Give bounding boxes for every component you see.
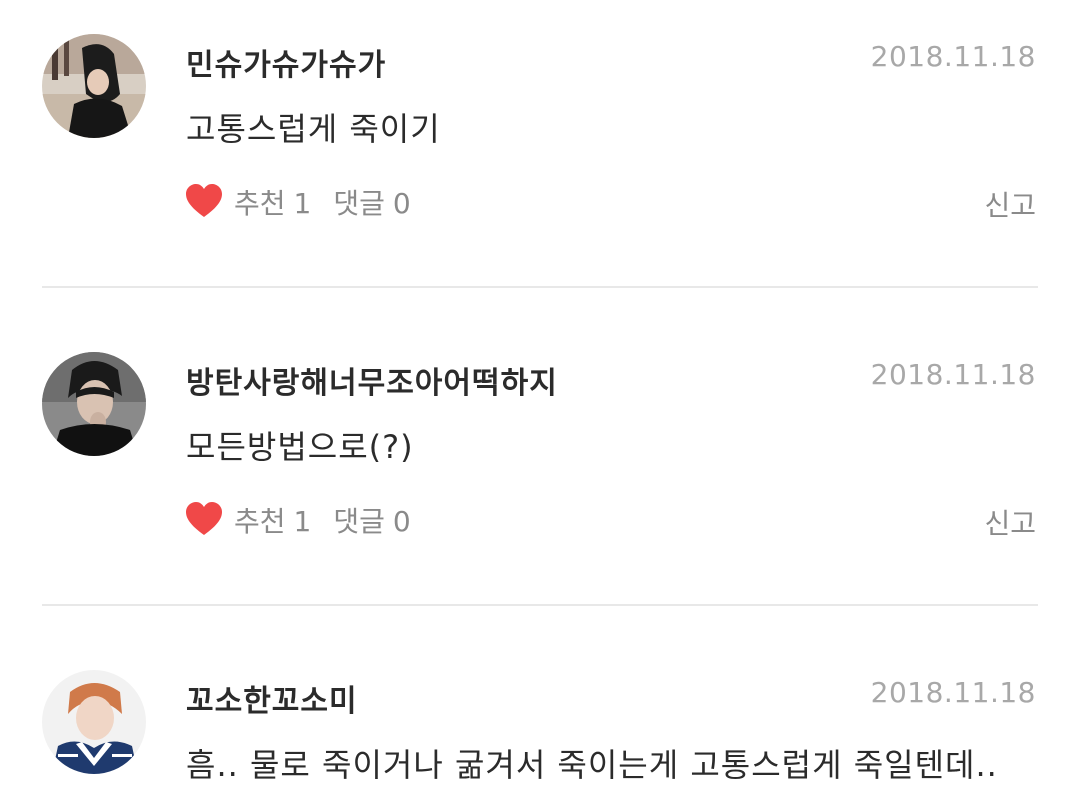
reply-button[interactable]: 댓글 0 xyxy=(333,182,410,222)
comment-text: 모든방법으로(?) xyxy=(186,428,414,466)
reply-button[interactable]: 댓글 0 xyxy=(333,500,410,540)
avatar[interactable] xyxy=(42,352,146,456)
comment-actions: 추천 1 댓글 0 xyxy=(184,182,411,222)
reply-label: 댓글 xyxy=(333,187,385,220)
comment-actions: 추천 1 댓글 0 xyxy=(184,500,411,540)
avatar-photo-icon xyxy=(42,670,146,774)
reply-label: 댓글 xyxy=(333,505,385,538)
comment-date: 2018.11.18 xyxy=(870,40,1036,73)
like-count: 1 xyxy=(293,187,312,220)
reply-count: 0 xyxy=(392,187,411,220)
like-button[interactable]: 추천 1 xyxy=(234,182,311,222)
avatar-photo-icon xyxy=(42,34,146,138)
report-button[interactable]: 신고 xyxy=(984,184,1036,224)
like-count: 1 xyxy=(293,505,312,538)
avatar[interactable] xyxy=(42,34,146,138)
like-label: 추천 xyxy=(234,505,286,538)
divider xyxy=(42,604,1038,606)
comment-username[interactable]: 꼬소한꼬소미 xyxy=(186,676,358,720)
comment-username[interactable]: 민슈가슈가슈가 xyxy=(186,40,386,84)
like-button[interactable]: 추천 1 xyxy=(234,500,311,540)
avatar[interactable] xyxy=(42,670,146,774)
comment-list: 민슈가슈가슈가 2018.11.18 고통스럽게 죽이기 추천 1 댓글 0 신고 xyxy=(0,0,1080,810)
comment-date: 2018.11.18 xyxy=(870,358,1036,391)
comment-text: 고통스럽게 죽이기 xyxy=(186,110,441,148)
like-label: 추천 xyxy=(234,187,286,220)
report-button[interactable]: 신고 xyxy=(984,502,1036,542)
heart-icon[interactable] xyxy=(184,500,224,540)
comment-username[interactable]: 방탄사랑해너무조아어떡하지 xyxy=(186,358,558,402)
comment-text: 흠.. 물로 죽이거나 굶겨서 죽이는게 고통스럽게 죽일텐데.. xyxy=(186,746,998,784)
comment-date: 2018.11.18 xyxy=(870,676,1036,709)
avatar-photo-icon xyxy=(42,352,146,456)
reply-count: 0 xyxy=(392,505,411,538)
heart-icon[interactable] xyxy=(184,182,224,222)
divider xyxy=(42,286,1038,288)
